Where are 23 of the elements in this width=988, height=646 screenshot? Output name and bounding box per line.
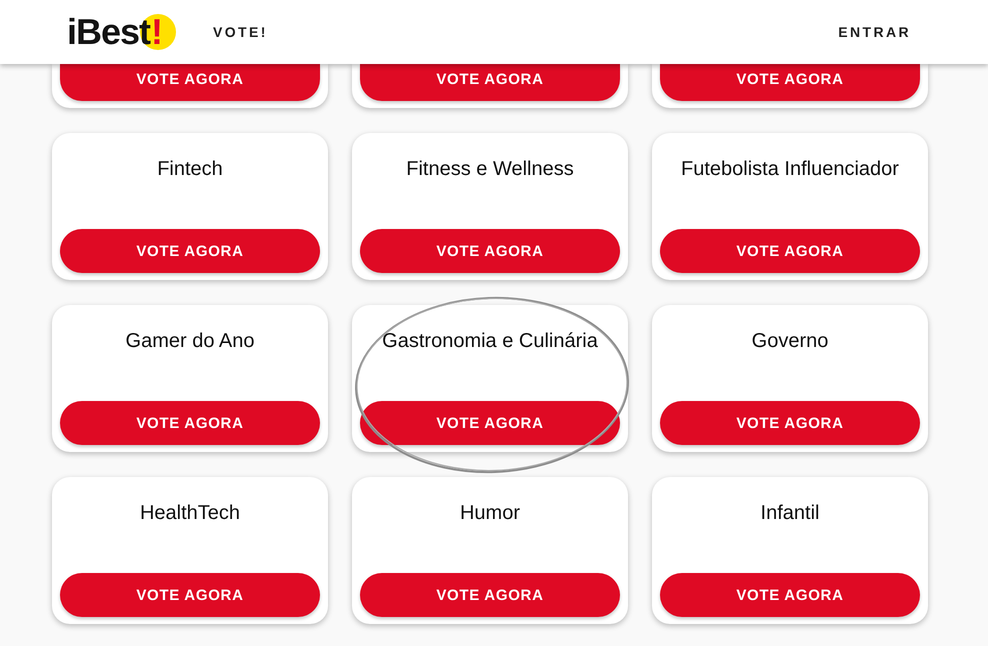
category-title: Gamer do Ano bbox=[124, 329, 256, 353]
category-title: Humor bbox=[458, 501, 521, 525]
vote-button[interactable]: VOTE AGORA bbox=[60, 401, 320, 445]
vote-button[interactable]: VOTE AGORA bbox=[360, 229, 620, 273]
vote-button[interactable]: VOTE AGORA bbox=[360, 573, 620, 617]
nav-link[interactable]: VOTE! bbox=[213, 24, 268, 40]
category-title: Infantil bbox=[760, 501, 820, 525]
vote-button[interactable]: VOTE AGORA bbox=[60, 573, 320, 617]
vote-button[interactable]: VOTE AGORA bbox=[60, 64, 320, 101]
vote-button[interactable]: VOTE AGORA bbox=[660, 229, 920, 273]
login-link[interactable]: ENTRAR bbox=[838, 24, 911, 40]
category-title: Governo bbox=[750, 329, 830, 353]
vote-button[interactable]: VOTE AGORA bbox=[360, 64, 620, 101]
category-title: Fintech bbox=[156, 157, 224, 181]
category-title: Fitness e Wellness bbox=[405, 157, 575, 181]
category-title: Gastronomia e Culinária bbox=[381, 329, 599, 353]
vote-button[interactable]: VOTE AGORA bbox=[660, 64, 920, 101]
category-title: Futebolista Influenciador bbox=[680, 157, 900, 181]
vote-button[interactable]: VOTE AGORA bbox=[60, 229, 320, 273]
category-title: HealthTech bbox=[138, 501, 242, 525]
vote-button[interactable]: VOTE AGORA bbox=[660, 573, 920, 617]
vote-button[interactable]: VOTE AGORA bbox=[660, 401, 920, 445]
vote-button[interactable]: VOTE AGORA bbox=[360, 401, 620, 445]
